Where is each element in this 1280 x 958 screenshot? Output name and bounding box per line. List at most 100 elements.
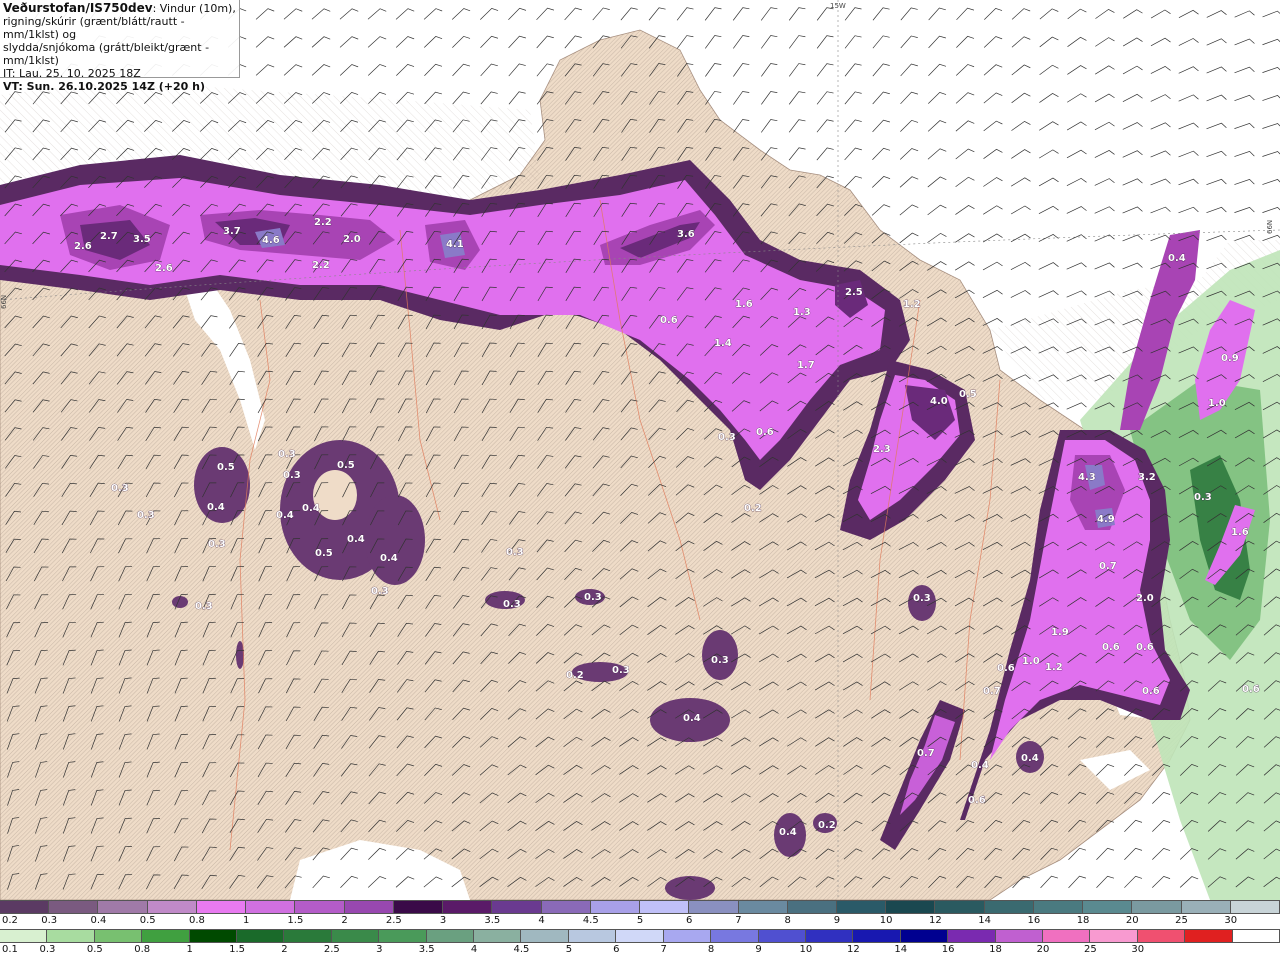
legend-label: 10 (799, 944, 813, 955)
legend-swatch (331, 930, 380, 942)
precip-label: 0.4 (302, 503, 320, 514)
precip-label: 0.3 (278, 449, 296, 460)
precip-label: 3.5 (133, 234, 151, 245)
precip-label: 2.5 (845, 287, 863, 298)
weather-map[interactable]: 15W 66N 66N 2.6 2.7 3.5 2.6 3.7 4.6 2.2 … (0, 0, 1280, 900)
precip-label: 4.3 (1078, 472, 1096, 483)
precip-label: 3.6 (677, 229, 695, 240)
precip-label: 0.3 (371, 586, 389, 597)
lat-label-right: 66N (1266, 220, 1274, 234)
precip-label: 1.4 (714, 338, 732, 349)
legend-swatch (935, 901, 985, 913)
legend-rain: 0.1 0.3 0.5 0.8 1 1.5 2 2.5 3 3.5 4 4.5 5 6 7 8 9 10 12 14 1… (0, 929, 1280, 958)
legend-label: 14 (894, 944, 908, 955)
legend-label: 3.5 (418, 944, 435, 955)
model-source: Veðurstofan/IS750dev (3, 1, 153, 15)
legend-label: 7 (660, 944, 667, 955)
legend-snow-labels: 0.2 0.3 0.4 0.5 0.8 1 1.5 2 2.5 3 3.5 4 4.5 5 6 7 8 9 10 12… (0, 914, 1280, 928)
precip-label: 1.2 (903, 299, 921, 310)
legend-label: 20 (1125, 915, 1139, 926)
legend-swatch (443, 901, 493, 913)
precip-label: 0.3 (195, 601, 213, 612)
legend-swatch (49, 901, 99, 913)
legend-swatch (738, 901, 788, 913)
legend-swatch (0, 901, 50, 913)
legend-label: 1 (242, 915, 250, 926)
precip-label: 0.3 (711, 655, 729, 666)
legend-label: 3 (439, 915, 447, 926)
legend-label: 1 (186, 944, 193, 955)
precip-label: 0.3 (913, 593, 931, 604)
legend-swatch (237, 930, 285, 942)
lon-label: 15W (830, 2, 846, 10)
legend-swatch (196, 901, 247, 913)
legend-label: 8 (784, 915, 791, 926)
legend-swatch (1090, 930, 1138, 942)
precip-label: 4.0 (930, 396, 948, 407)
precip-label: 0.3 (111, 483, 129, 494)
legend-label: 2 (341, 915, 348, 926)
valid-time: VT: Sun. 26.10.2025 14Z (+20 h) (3, 80, 206, 93)
legend-label: 30 (1224, 915, 1238, 926)
precip-label: 0.2 (744, 503, 762, 514)
precip-label: 4.1 (446, 239, 464, 250)
precip-label: 0.6 (997, 663, 1015, 674)
legend-swatch (246, 901, 296, 913)
legend-swatch (711, 930, 759, 942)
legend-label: 20 (1036, 944, 1050, 955)
header-line-1: Veðurstofan/IS750dev: Vindur (10m), (3, 1, 236, 16)
legend-label: 3.5 (484, 915, 501, 926)
legend-swatch (568, 930, 617, 942)
precip-label: 2.0 (343, 234, 361, 245)
legend-label: 1.5 (229, 944, 245, 955)
precip-label: 0.4 (1021, 753, 1039, 764)
legend-swatch (295, 901, 345, 913)
precip-label: 0.3 (584, 592, 602, 603)
precip-label: 4.9 (1097, 514, 1115, 525)
legend-label: 0.5 (139, 915, 156, 926)
precip-label: 0.7 (983, 686, 1001, 697)
legend-swatch (1042, 930, 1091, 942)
legend-label: 30 (1131, 944, 1145, 955)
legend-label: 0.8 (134, 944, 151, 955)
precip-label: 2.2 (314, 217, 332, 228)
legend-label: 10 (879, 915, 893, 926)
legend-swatch (47, 930, 95, 942)
legend-label: 0.4 (90, 915, 107, 926)
legend-label: 9 (755, 944, 762, 955)
legend-label: 12 (929, 915, 942, 926)
legend-label: 16 (941, 944, 955, 955)
legend-label: 25 (1083, 944, 1097, 955)
precip-label: 0.5 (337, 460, 355, 471)
legend-swatch (379, 930, 427, 942)
precip-label: 0.3 (283, 470, 301, 481)
legend-swatch (1033, 901, 1084, 913)
precip-label: 2.0 (1136, 593, 1154, 604)
legend-swatch (758, 930, 806, 942)
lat-label-left: 66N (0, 295, 8, 309)
legend-swatch (98, 901, 148, 913)
legend-swatch (1230, 901, 1280, 913)
legend-swatch (521, 930, 569, 942)
precip-label: 0.5 (959, 389, 977, 400)
legend-label: 3 (376, 944, 383, 955)
initial-time: IT: Lau. 25. 10. 2025 18Z (3, 67, 141, 80)
precip-label: 0.4 (347, 534, 365, 545)
precip-label: 0.6 (1136, 642, 1154, 653)
legend-label: 2 (281, 944, 288, 955)
legend-label: 0.2 (2, 915, 18, 926)
precip-label: 1.2 (1045, 662, 1063, 673)
legend-swatch (1185, 930, 1233, 942)
legend-label: 6 (686, 915, 693, 926)
header-line-2: rigning/skúrir (grænt/blátt/rautt - mm/1… (3, 15, 185, 41)
legend-label: 0.8 (188, 915, 205, 926)
precip-label: 0.2 (818, 820, 836, 831)
precip-label: 1.0 (1022, 656, 1040, 667)
legend-label: 6 (613, 944, 620, 955)
header-line-3: slydda/snjókoma (grátt/bleikt/grænt - mm… (3, 41, 210, 67)
legend-label: 2.5 (385, 915, 402, 926)
legend-swatch (1137, 930, 1186, 942)
legend-label: 14 (978, 915, 991, 926)
legend-swatch (1181, 901, 1231, 913)
legend-swatch (1083, 901, 1133, 913)
